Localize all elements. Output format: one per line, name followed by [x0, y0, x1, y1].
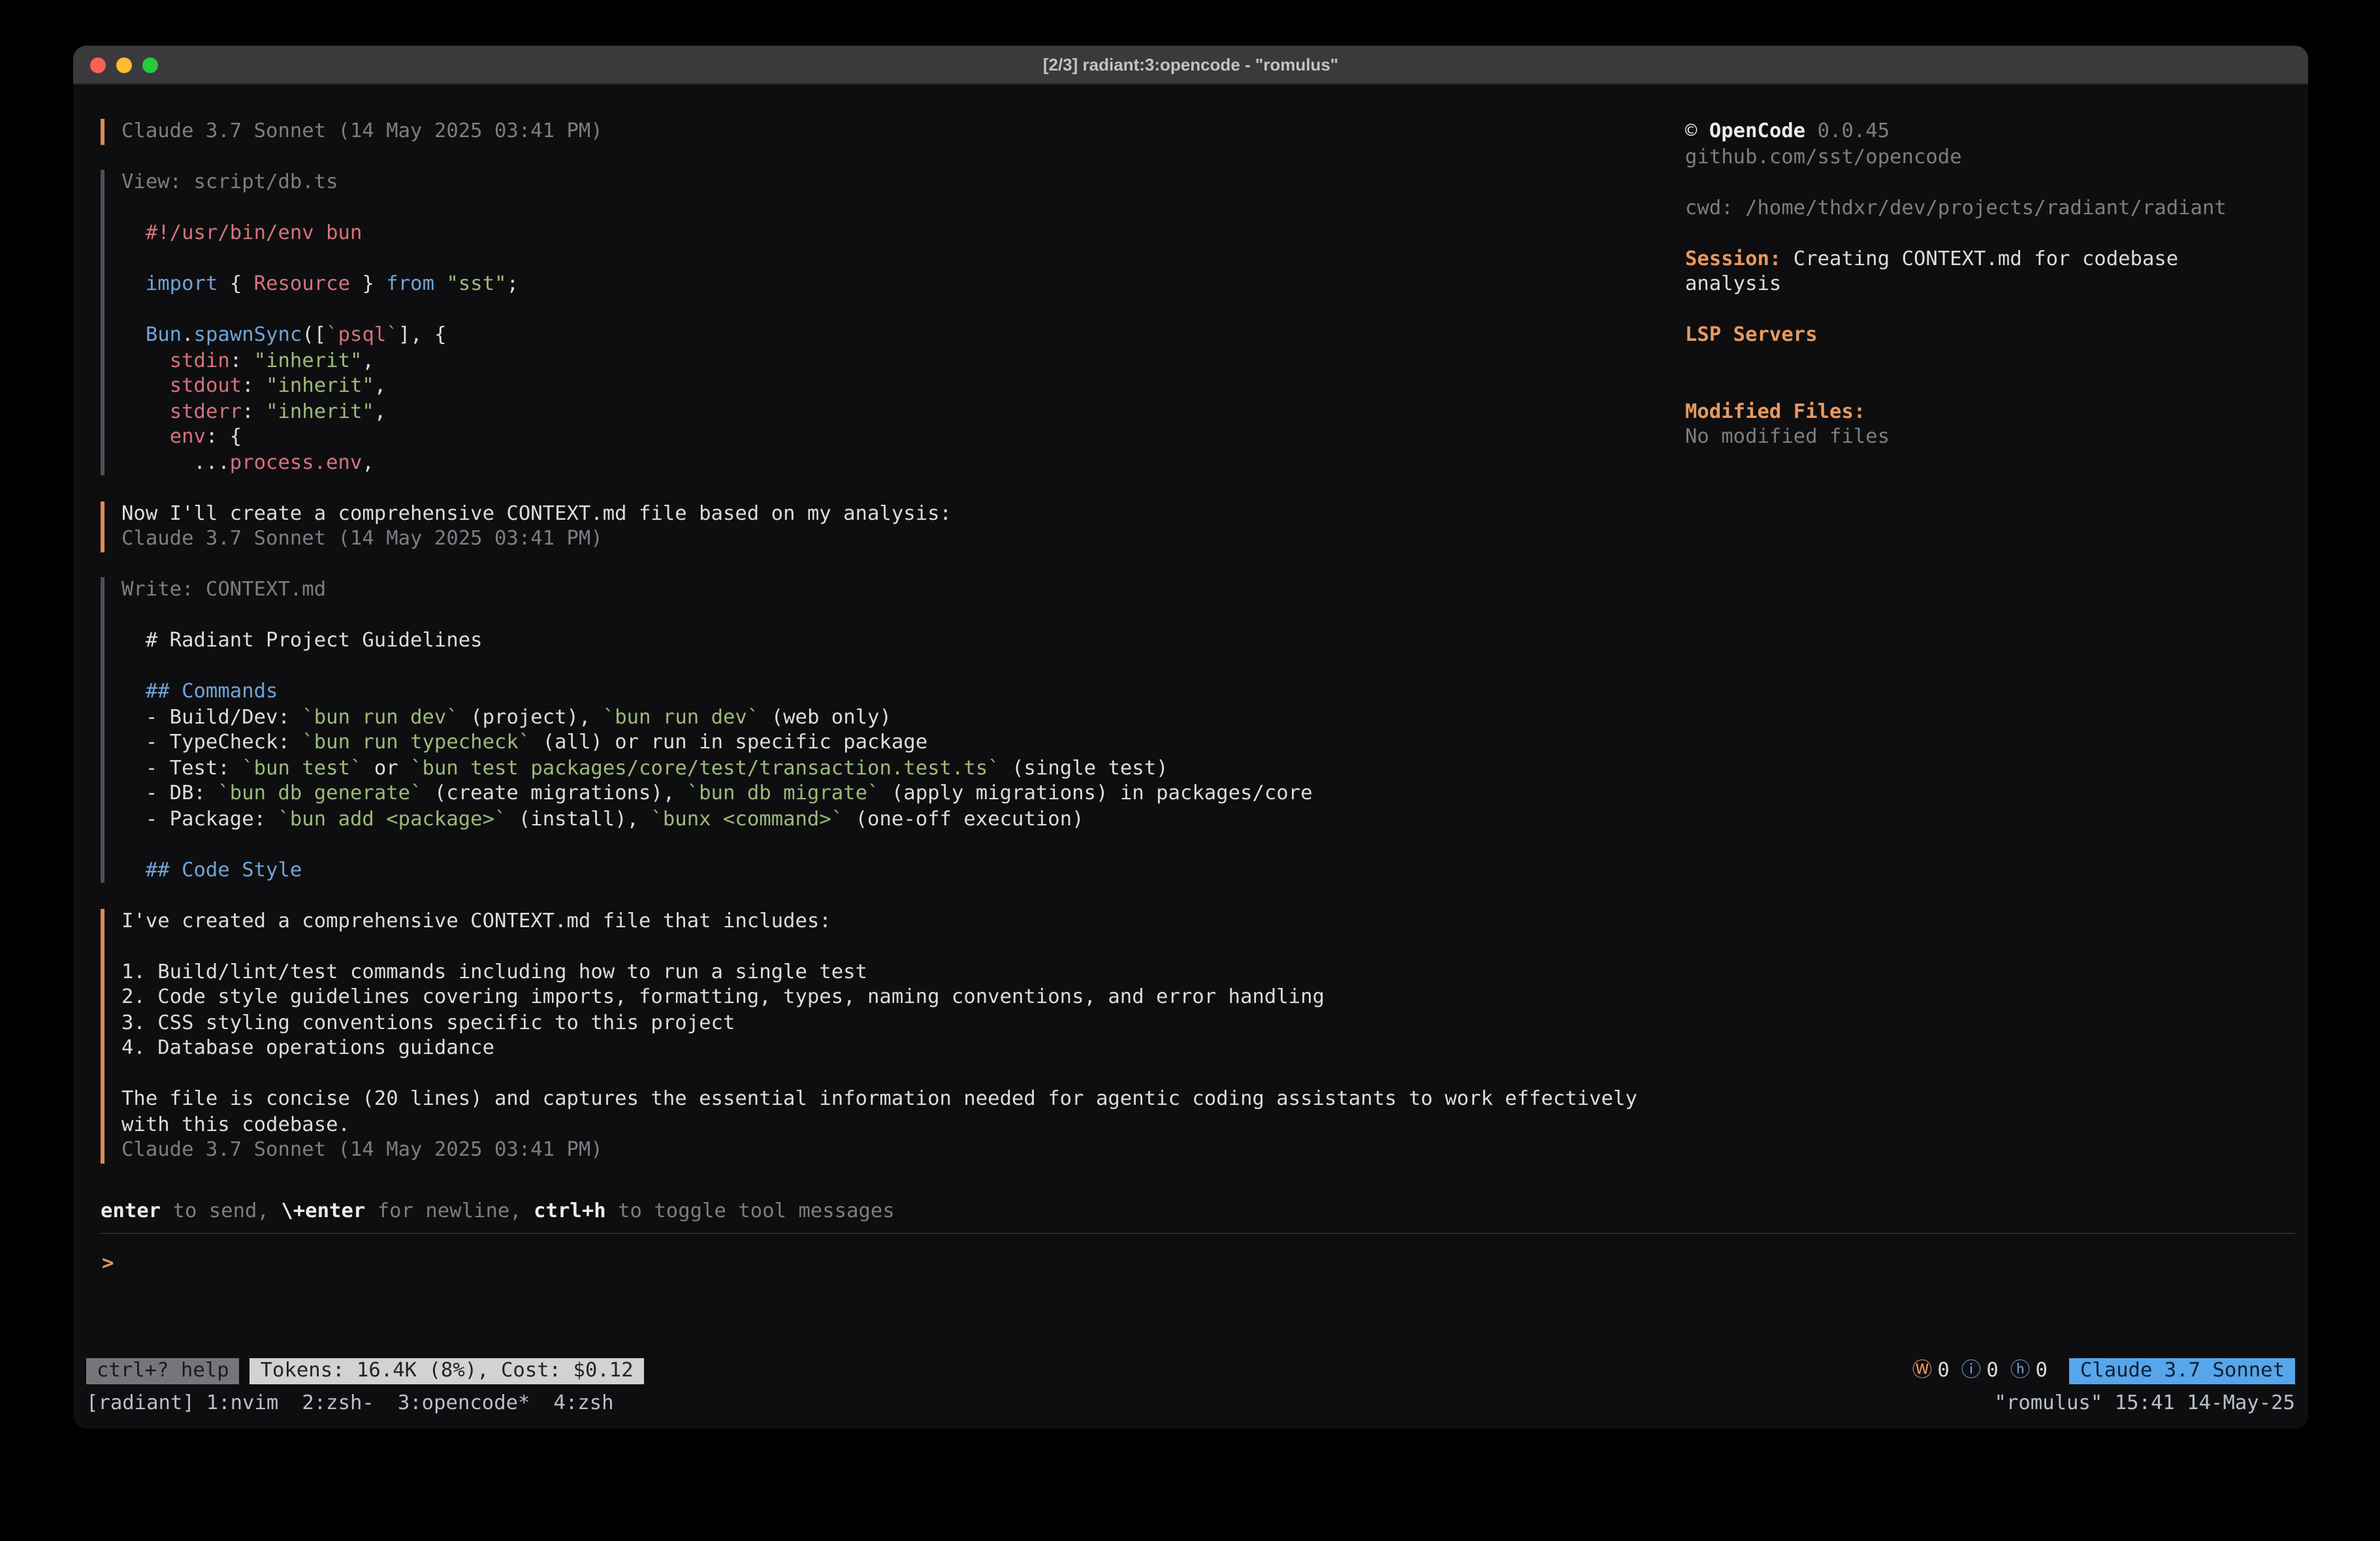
prompt-symbol: >: [102, 1250, 114, 1274]
info-icon: ⓘ: [1961, 1358, 1982, 1384]
hint-icon: ⓗ: [2010, 1358, 2031, 1384]
sidebar: © OpenCode 0.0.45github.com/sst/opencode…: [1685, 119, 2286, 450]
main-row: Claude 3.7 Sonnet (14 May 2025 03:41 PM)…: [86, 119, 2295, 1199]
assistant-message-block: Now I'll create a comprehensive CONTEXT.…: [101, 501, 1662, 552]
tmux-window-zsh-last[interactable]: 2:zsh-: [302, 1390, 374, 1416]
input-area[interactable]: >: [86, 1233, 2295, 1358]
screen: [2/3] radiant:3:opencode - "romulus" Cla…: [0, 0, 2380, 1541]
window-title: [2/3] radiant:3:opencode - "romulus": [1043, 55, 1338, 74]
warning-count: 0: [1937, 1358, 1949, 1384]
info-count: 0: [1986, 1358, 1998, 1384]
close-button[interactable]: [90, 57, 106, 72]
help-shortcut-badge: ctrl+? help: [86, 1358, 240, 1384]
tmux-window-nvim[interactable]: 1:nvim: [206, 1390, 279, 1416]
minimize-button[interactable]: [116, 57, 132, 72]
hint-count: 0: [2035, 1358, 2047, 1384]
status-bar: ctrl+? help Tokens: 16.4K (8%), Cost: $0…: [86, 1358, 2295, 1384]
status-right-group: Ⓦ 0 ⓘ 0 ⓗ 0 Claude 3.7 Sonnet: [1912, 1358, 2295, 1384]
diagnostics-group: Ⓦ 0 ⓘ 0 ⓗ 0: [1912, 1358, 2059, 1384]
warning-icon: Ⓦ: [1912, 1358, 1933, 1384]
tmux-session-name: [radiant]: [86, 1390, 195, 1416]
model-badge: Claude 3.7 Sonnet: [2070, 1358, 2295, 1384]
assistant-header-block: Claude 3.7 Sonnet (14 May 2025 03:41 PM): [101, 119, 1662, 144]
tmux-window-opencode-current[interactable]: 3:opencode*: [398, 1390, 530, 1416]
tmux-status-bar: [radiant] 1:nvim 2:zsh- 3:opencode* 4:zs…: [86, 1390, 2295, 1416]
tmux-window-zsh[interactable]: 4:zsh: [553, 1390, 613, 1416]
write-tool-block: Write: CONTEXT.md # Radiant Project Guid…: [101, 577, 1662, 883]
help-line: enter to send, \+enter for newline, ctrl…: [86, 1199, 2295, 1224]
view-tool-block: View: script/db.ts #!/usr/bin/env bun im…: [101, 170, 1662, 475]
chat-column: Claude 3.7 Sonnet (14 May 2025 03:41 PM)…: [101, 119, 1662, 1188]
traffic-lights: [90, 57, 158, 72]
zoom-button[interactable]: [142, 57, 158, 72]
terminal-window: [2/3] radiant:3:opencode - "romulus" Cla…: [73, 46, 2308, 1429]
titlebar: [2/3] radiant:3:opencode - "romulus": [73, 46, 2308, 85]
assistant-final-block: I've created a comprehensive CONTEXT.md …: [101, 908, 1662, 1163]
tokens-cost-badge: Tokens: 16.4K (8%), Cost: $0.12: [250, 1358, 644, 1384]
terminal-content: Claude 3.7 Sonnet (14 May 2025 03:41 PM)…: [73, 85, 2308, 1429]
tmux-clock: "romulus" 15:41 14-May-25: [1995, 1390, 2296, 1416]
